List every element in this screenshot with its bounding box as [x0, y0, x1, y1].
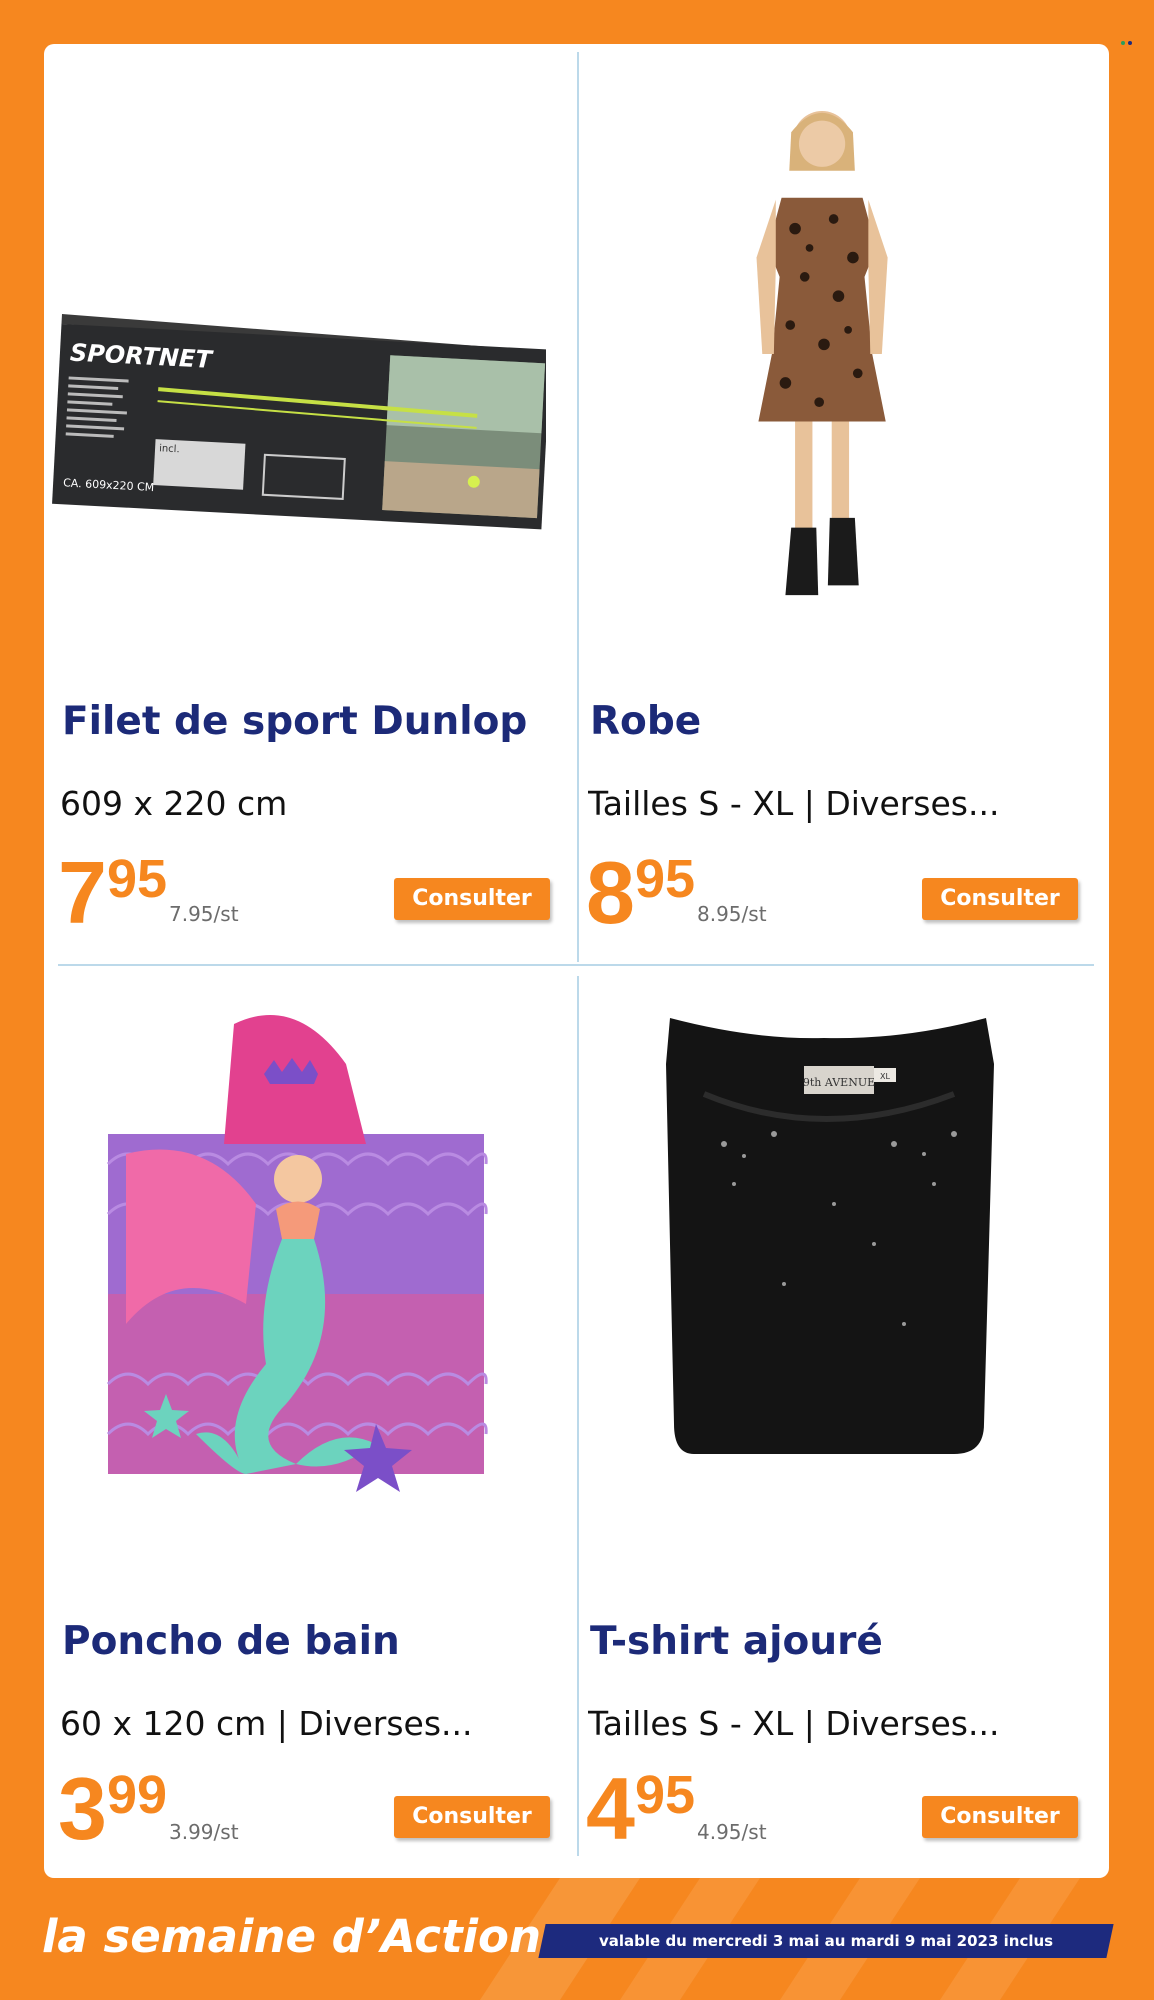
product-title: Filet de sport Dunlop: [62, 699, 528, 744]
footer-tagline: la semaine d’Action: [42, 1910, 541, 1963]
product-price: 895: [586, 842, 695, 944]
product-title: T-shirt ajouré: [590, 1619, 883, 1664]
tshirt-label-text: 9th AVENUE: [803, 1076, 875, 1089]
footer-banner: la semaine d’Action valable du mercredi …: [0, 1878, 1154, 2000]
product-card-tshirt[interactable]: 9th AVENUE XL T-shirt ajouré Tailles S -…: [574, 964, 1078, 1874]
corner-dots-icon: [1121, 41, 1132, 45]
product-price: 399: [58, 1758, 167, 1860]
consult-button[interactable]: Consulter: [394, 878, 550, 920]
consult-button[interactable]: Consulter: [922, 1796, 1078, 1838]
price-integer: 7: [58, 843, 107, 942]
consult-button[interactable]: Consulter: [394, 1796, 550, 1838]
product-description: Tailles S - XL | Diverses...: [588, 784, 1000, 823]
product-description: Tailles S - XL | Diverses...: [588, 1704, 1000, 1743]
product-card-robe[interactable]: Robe Tailles S - XL | Diverses... 895 8.…: [574, 44, 1078, 962]
flyer-page: SPORTNET CA. 609x220 CM incl. Filet de s…: [44, 44, 1109, 1878]
product-card-poncho[interactable]: Poncho de bain 60 x 120 cm | Diverses...…: [46, 964, 550, 1874]
dress-model-image: [756, 111, 888, 596]
price-decimal: 95: [106, 849, 168, 909]
price-decimal: 99: [106, 1765, 168, 1825]
product-card-sport-net[interactable]: SPORTNET CA. 609x220 CM incl. Filet de s…: [46, 44, 550, 962]
box-incl-text: incl.: [159, 443, 180, 455]
unit-price: 8.95/st: [697, 902, 767, 926]
validity-banner: valable du mercredi 3 mai au mardi 9 mai…: [538, 1924, 1114, 1958]
product-price: 795: [58, 842, 167, 944]
mermaid-poncho-image: [106, 1015, 488, 1492]
product-description: 609 x 220 cm: [60, 784, 288, 823]
price-integer: 4: [586, 1759, 635, 1858]
unit-price: 7.95/st: [169, 902, 239, 926]
consult-button[interactable]: Consulter: [922, 878, 1078, 920]
validity-text: valable du mercredi 3 mai au mardi 9 mai…: [598, 1932, 1054, 1950]
unit-price: 3.99/st: [169, 1820, 239, 1844]
price-decimal: 95: [634, 1765, 696, 1825]
price-integer: 8: [586, 843, 635, 942]
sport-net-box-image: SPORTNET CA. 609x220 CM incl.: [52, 314, 546, 530]
product-description: 60 x 120 cm | Diverses...: [60, 1704, 473, 1743]
unit-price: 4.95/st: [697, 1820, 767, 1844]
product-price: 495: [586, 1758, 695, 1860]
product-title: Robe: [590, 699, 702, 744]
tshirt-size-tag: XL: [880, 1072, 890, 1081]
product-title: Poncho de bain: [62, 1619, 400, 1664]
lace-tshirt-image: 9th AVENUE XL: [666, 1018, 994, 1454]
price-integer: 3: [58, 1759, 107, 1858]
price-decimal: 95: [634, 849, 696, 909]
